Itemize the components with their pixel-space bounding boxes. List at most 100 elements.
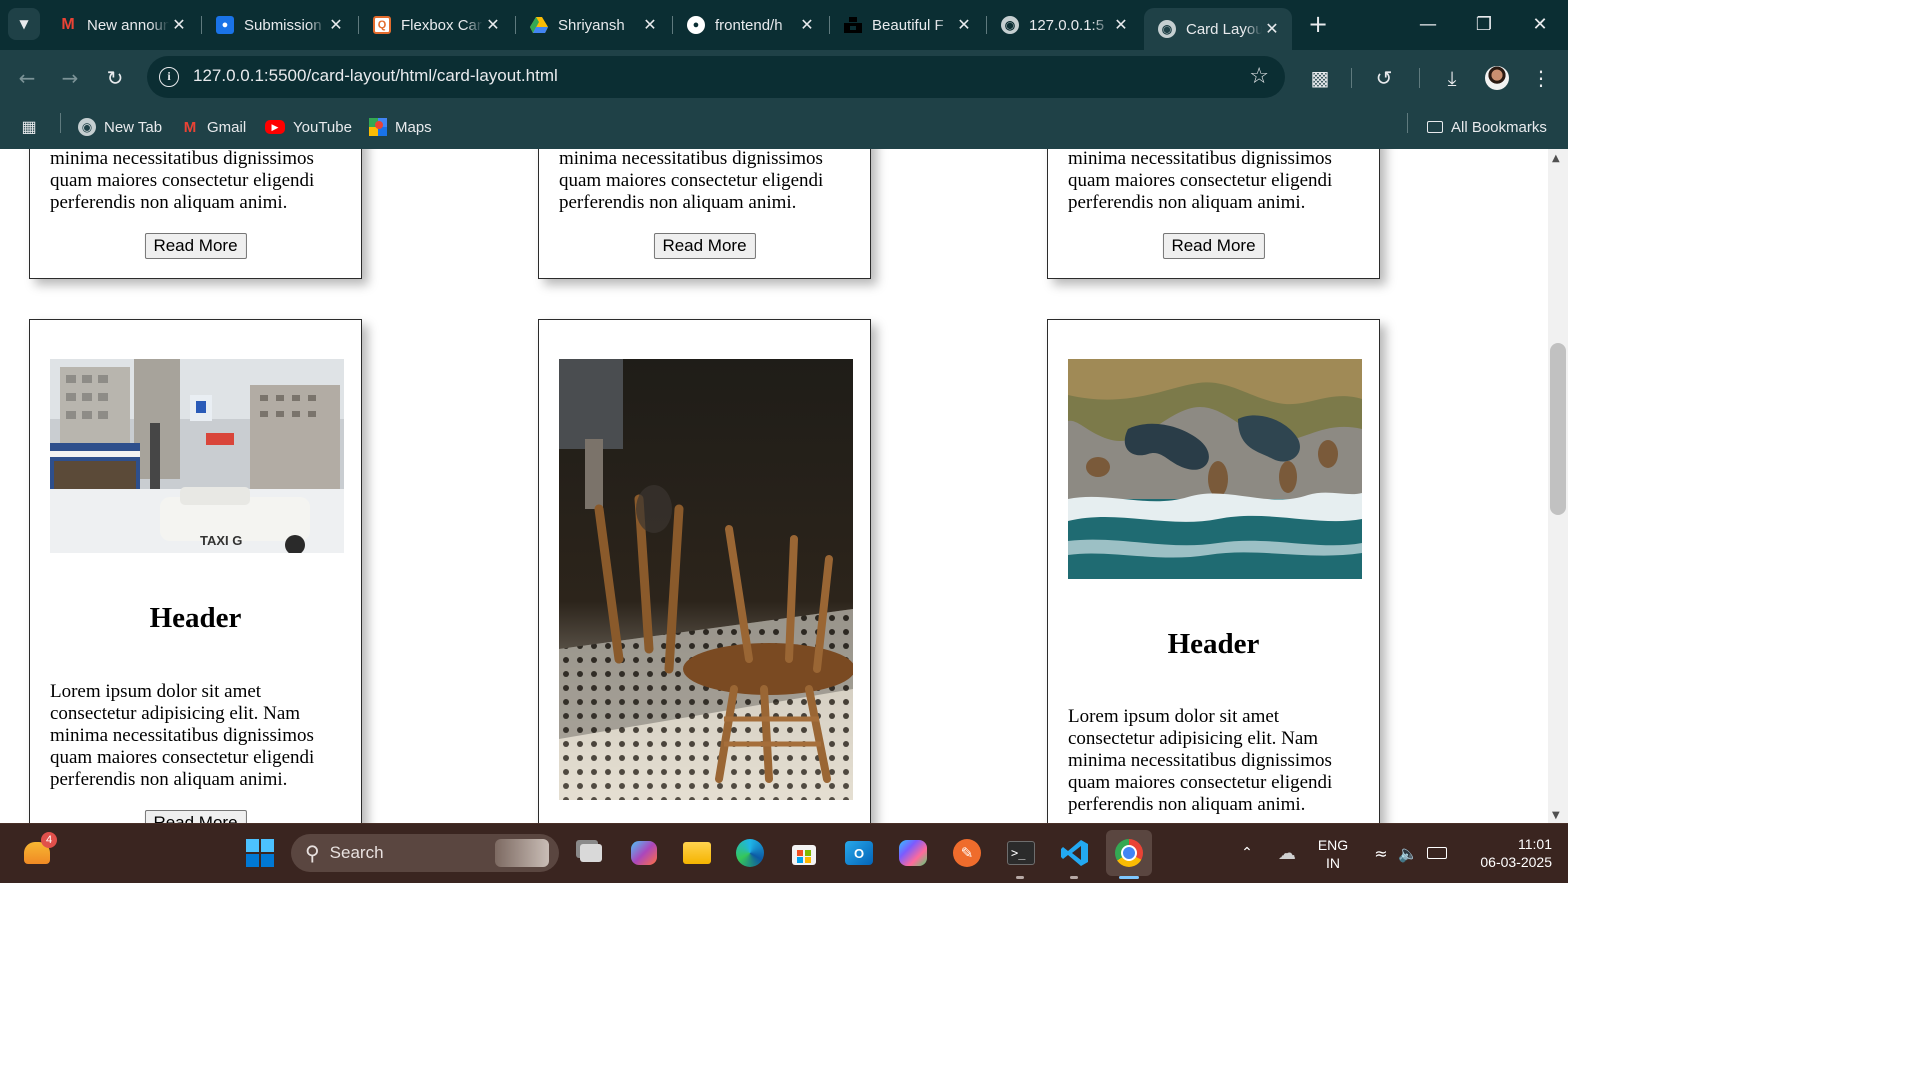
- bookmarks-divider: [60, 113, 61, 133]
- tab-flexbox[interactable]: Q Flexbox Cards ✕: [359, 8, 513, 42]
- clock[interactable]: 11:01 06-03-2025: [1460, 835, 1552, 871]
- bookmark-gmail[interactable]: M Gmail: [181, 113, 246, 141]
- card-image-aerial-coast: [1068, 359, 1362, 579]
- url-text[interactable]: 127.0.0.1:5500/card-layout/html/card-lay…: [193, 66, 558, 86]
- close-icon[interactable]: ✕: [326, 15, 346, 35]
- all-bookmarks-button[interactable]: All Bookmarks: [1427, 113, 1547, 141]
- task-view-button[interactable]: [574, 836, 608, 870]
- downloads-button[interactable]: ⤓: [1438, 64, 1466, 92]
- close-icon[interactable]: ✕: [169, 15, 189, 35]
- clock-date: 06-03-2025: [1480, 854, 1552, 870]
- card: TAXI G Header Lorem ipsum dolor sit amet…: [29, 319, 362, 823]
- history-button[interactable]: ↺: [1370, 64, 1398, 92]
- read-more-button[interactable]: Read More: [144, 233, 247, 259]
- unsplash-icon: [844, 16, 862, 34]
- minimize-button[interactable]: —: [1408, 10, 1448, 40]
- forward-button[interactable]: →: [56, 64, 84, 92]
- restore-button[interactable]: ❐: [1464, 10, 1504, 40]
- close-icon: ✕: [1532, 14, 1548, 35]
- battery-icon: [1427, 847, 1447, 859]
- card: minima necessitatibus dignissimos quam m…: [538, 149, 871, 279]
- card: [538, 319, 871, 823]
- search-label: Search: [329, 843, 384, 862]
- read-more-button[interactable]: Read More: [653, 233, 756, 259]
- arrow-right-icon: →: [61, 66, 79, 90]
- tab-title: Submission: [244, 16, 322, 34]
- star-icon[interactable]: ☆: [1249, 64, 1269, 89]
- classroom-icon: ●: [216, 16, 234, 34]
- language-line1: ENG: [1317, 837, 1349, 853]
- tab-classroom[interactable]: ● Submission ✕: [202, 8, 356, 42]
- chevron-down-icon: ▼: [19, 17, 29, 31]
- bookmark-new-tab[interactable]: ◉ New Tab: [78, 113, 162, 141]
- reload-button[interactable]: ↻: [101, 64, 129, 92]
- windows-taskbar: 4 ⚲ Search O ✎ >_ ⌃ ☁ ENG IN ≈ 🔈 11:01 0…: [0, 823, 1568, 883]
- battery-button[interactable]: [1420, 836, 1454, 870]
- extensions-button[interactable]: ▩: [1306, 64, 1334, 92]
- address-bar[interactable]: i 127.0.0.1:5500/card-layout/html/card-l…: [147, 56, 1285, 98]
- apps-button[interactable]: ▦: [20, 113, 46, 141]
- m365-button[interactable]: [896, 836, 930, 870]
- scroll-down-icon[interactable]: ▼: [1552, 810, 1560, 821]
- card-body-text: minima necessitatibus dignissimos quam m…: [50, 149, 315, 213]
- terminal-button[interactable]: >_: [1004, 836, 1038, 870]
- read-more-button[interactable]: Read More: [144, 810, 247, 823]
- scrollbar-thumb[interactable]: [1550, 343, 1566, 515]
- edge-button[interactable]: [733, 836, 767, 870]
- terminal-icon: >_: [1007, 841, 1035, 865]
- toolbar-divider: [1351, 68, 1352, 88]
- close-icon[interactable]: ✕: [640, 15, 660, 35]
- store-button[interactable]: [787, 836, 821, 870]
- profile-avatar[interactable]: [1485, 66, 1509, 90]
- site-info-icon[interactable]: i: [159, 67, 179, 87]
- cloud-error-icon: ☁: [1278, 842, 1296, 864]
- tab-card-layout[interactable]: ◉ Card Layout ✕: [1144, 8, 1292, 50]
- kebab-menu-icon: ⋮: [1531, 66, 1551, 90]
- card-header: Header: [1167, 628, 1260, 660]
- copilot-button[interactable]: [627, 836, 661, 870]
- close-icon[interactable]: ✕: [797, 15, 817, 35]
- maps-icon: [369, 118, 387, 136]
- active-indicator: [1119, 876, 1139, 879]
- vertical-scrollbar[interactable]: ▲ ▼: [1548, 149, 1568, 823]
- bookmark-maps[interactable]: Maps: [369, 113, 432, 141]
- language-indicator[interactable]: ENG IN: [1312, 836, 1354, 872]
- tab-github[interactable]: ● frontend/h ✕: [673, 8, 827, 42]
- close-icon[interactable]: ✕: [1262, 19, 1282, 39]
- scroll-up-icon[interactable]: ▲: [1552, 153, 1560, 164]
- close-window-button[interactable]: ✕: [1520, 10, 1560, 40]
- tab-title: frontend/h: [715, 16, 783, 34]
- menu-button[interactable]: ⋮: [1527, 64, 1555, 92]
- start-button[interactable]: [243, 836, 277, 870]
- close-icon[interactable]: ✕: [483, 15, 503, 35]
- back-button[interactable]: ←: [13, 64, 41, 92]
- pen-app-button[interactable]: ✎: [950, 836, 984, 870]
- arrow-left-icon: ←: [18, 66, 36, 90]
- tab-drive[interactable]: Shriyansh ✕: [516, 8, 670, 42]
- close-icon[interactable]: ✕: [954, 15, 974, 35]
- tab-gmail[interactable]: M New announcement ✕: [45, 8, 199, 42]
- taskbar-search-box[interactable]: ⚲ Search: [291, 834, 559, 872]
- vscode-icon: [1061, 840, 1088, 866]
- file-explorer-button[interactable]: [680, 836, 714, 870]
- running-indicator: [1070, 876, 1078, 879]
- tab-localhost[interactable]: ◉ 127.0.0.1:5 ✕: [987, 8, 1141, 42]
- tab-unsplash[interactable]: Beautiful F ✕: [830, 8, 984, 42]
- onedrive-button[interactable]: ☁: [1270, 836, 1304, 870]
- tab-search-button[interactable]: ▼: [8, 8, 40, 40]
- folder-icon: [683, 842, 711, 864]
- notification-badge: 4: [41, 832, 57, 848]
- bookmark-label: Maps: [395, 118, 432, 136]
- chrome-button[interactable]: [1106, 830, 1152, 876]
- close-icon[interactable]: ✕: [1111, 15, 1131, 35]
- vscode-button[interactable]: [1058, 836, 1092, 870]
- read-more-button[interactable]: Read More: [1162, 233, 1265, 259]
- card-body-text: minima necessitatibus dignissimos quam m…: [559, 149, 824, 213]
- globe-icon: ◉: [1158, 20, 1176, 38]
- bookmark-youtube[interactable]: ▶ YouTube: [265, 113, 352, 141]
- show-hidden-icons-button[interactable]: ⌃: [1230, 836, 1264, 870]
- new-tab-button[interactable]: +: [1305, 12, 1331, 38]
- language-line2: IN: [1326, 855, 1340, 871]
- outlook-button[interactable]: O: [842, 836, 876, 870]
- tab-title: Flexbox Cards: [401, 16, 483, 34]
